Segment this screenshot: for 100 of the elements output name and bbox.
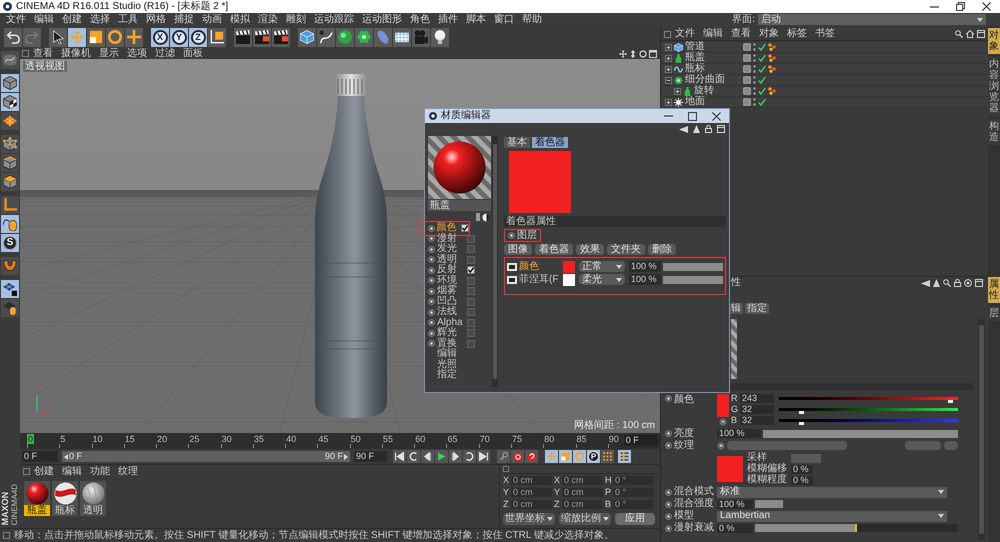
menu-item[interactable]: 选项 [123,48,151,58]
menu-item[interactable]: 帮助 [518,14,546,24]
cube-points-button[interactable] [1,135,19,153]
shader-button[interactable]: 图像 [504,244,532,255]
object-name[interactable]: 旋转 [694,86,714,96]
layer-mode-dropdown[interactable]: 正常 [579,261,625,272]
grid-plane-button[interactable] [1,112,19,130]
light-bulb-button[interactable] [431,28,449,46]
menu-item[interactable]: 运动图形 [358,14,406,24]
menu-item[interactable]: 捕捉 [170,14,198,24]
back-arrow-icon[interactable] [679,126,688,132]
squiggle-button[interactable] [1,51,19,69]
texture-field[interactable] [727,441,847,450]
menu-item[interactable]: 文件 [671,29,699,39]
slider-track[interactable] [779,397,958,400]
checkbox[interactable] [467,318,475,327]
skip-to-start-button[interactable] [393,450,406,463]
axis-button[interactable] [1,196,19,214]
cube-button[interactable] [298,28,316,46]
coordinate-field[interactable]: 0 cm [562,500,603,509]
layer-mode-dropdown[interactable]: 柔光 [579,274,625,285]
magnet-button[interactable] [1,257,19,275]
menu-item[interactable]: 选择 [86,14,114,24]
object-name[interactable]: 管道 [685,42,705,52]
checkbox[interactable] [467,266,475,274]
value-field[interactable]: 100 % [717,500,753,508]
slider-track[interactable] [779,408,958,411]
menu-item[interactable]: 创建 [58,14,86,24]
material-tile[interactable]: 瓶盖 [24,481,50,516]
coordinate-field[interactable]: 0 ° [613,476,654,485]
next-frame-button[interactable] [449,450,462,463]
flower-button[interactable] [355,28,373,46]
side-tab[interactable]: 对象 [988,28,1000,54]
material-tile[interactable]: 透明 [80,481,106,516]
page-label[interactable]: 编辑 [437,349,457,360]
menu-item[interactable]: 书签 [811,29,839,39]
menu-item[interactable]: 文件 [2,14,30,24]
restore-icon[interactable] [956,2,965,11]
search-icon[interactable] [955,30,963,38]
coordinate-system-button[interactable] [208,28,226,46]
record-button[interactable] [511,450,524,463]
channel-label[interactable]: 凹凸 [437,296,465,307]
menu-item[interactable]: 窗口 [490,14,518,24]
frame-field[interactable]: 0 F [624,435,658,446]
checkbox[interactable] [467,276,475,285]
menu-item[interactable]: 过滤 [151,48,179,58]
expand-toggle-icon[interactable] [674,88,681,94]
sphere-button[interactable] [336,28,354,46]
menu-item[interactable]: 面板 [179,48,207,58]
value-field[interactable]: 0 % [791,476,813,484]
menu-item[interactable]: 插件 [434,14,462,24]
object-name[interactable]: 瓶盖 [685,53,705,63]
checkbox[interactable] [467,329,475,338]
frame-field[interactable]: 90 F [354,451,387,462]
grid-plane-button[interactable] [393,28,411,46]
layer-name[interactable]: 菲涅耳(F [519,274,561,284]
axis-lock-button[interactable]: X [151,28,169,46]
checkbox[interactable] [467,298,475,306]
snap-button[interactable]: S [1,234,19,252]
shader-button[interactable]: 着色器 [535,244,573,255]
slider-thumb[interactable] [948,400,953,403]
blend-mode-dropdown[interactable]: 标准 [717,486,947,498]
value-field[interactable]: 32 [740,416,774,425]
up-arrow-icon[interactable] [933,279,940,287]
menu-item[interactable]: 工具 [114,14,142,24]
shader-button[interactable]: 删除 [648,244,676,255]
cube-edges-button[interactable] [1,154,19,172]
previous-key-button[interactable] [407,450,420,463]
menu-item[interactable]: 角色 [406,14,434,24]
object-row[interactable]: 瓶标 [661,64,988,75]
channel-label[interactable]: 颜色 [436,223,459,234]
cube-button[interactable] [1,74,19,92]
channel-label[interactable]: 漫射 [437,234,465,244]
material-tag-icon[interactable] [768,43,776,51]
axis-lock-button[interactable]: Z [189,28,207,46]
channel-label[interactable]: 反射 [437,265,465,276]
next-key-button[interactable] [463,450,476,463]
menu-item[interactable]: 创建 [30,466,58,476]
panel-icon[interactable] [975,279,983,287]
scale-button[interactable] [87,28,105,46]
object-row[interactable]: 瓶盖 [661,53,988,64]
move-view-icon[interactable] [619,50,627,58]
page-label[interactable]: 指定 [437,370,457,380]
side-tab[interactable]: 构造 [988,119,1000,145]
maximize-icon[interactable] [688,112,697,120]
slider-track[interactable] [663,276,723,284]
expand-toggle-icon[interactable] [665,54,672,62]
slider-track[interactable] [779,419,958,422]
checkbox[interactable] [461,224,469,232]
checkbox[interactable] [467,308,475,316]
preview-mode-icon[interactable] [482,212,491,222]
move-button[interactable] [68,28,86,46]
checkbox[interactable] [467,287,475,296]
coordinate-field[interactable]: 0 cm [562,476,603,485]
checkbox[interactable] [467,256,475,264]
menu-item[interactable]: 渲染 [254,14,282,24]
coordinate-field[interactable]: 0 cm [511,488,552,497]
object-row[interactable]: 地面 [661,97,988,108]
check-icon[interactable] [758,98,766,106]
timeline-button[interactable] [618,450,631,463]
